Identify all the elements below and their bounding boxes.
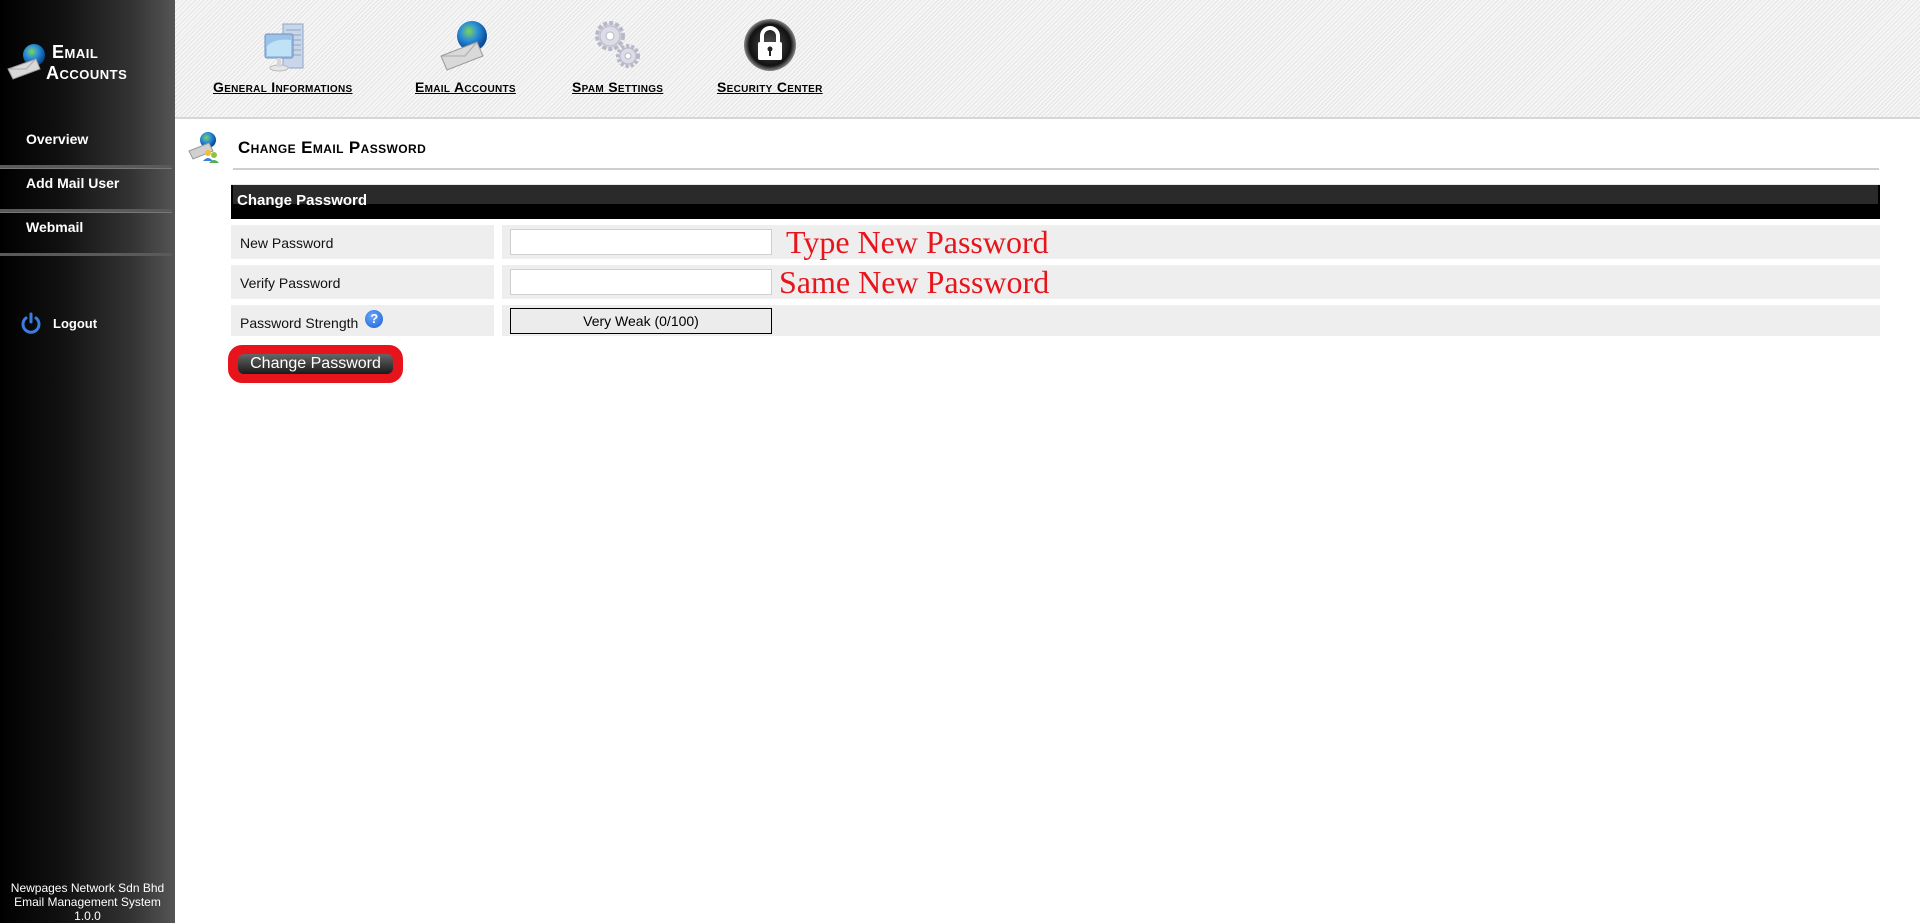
topnav-label: General Informations	[213, 79, 353, 95]
sidebar: Email Accounts Overview Add Mail User We…	[0, 0, 175, 923]
change-password-button-highlight: Change Password	[228, 345, 403, 383]
logout-link[interactable]: Logout	[20, 311, 97, 335]
verify-password-annotation: Same New Password	[779, 264, 1050, 300]
brand-line-2: Accounts	[46, 63, 128, 83]
footer-version: 1.0.0	[74, 909, 101, 923]
form-header-title: Change Password	[237, 192, 368, 209]
topnav-label: Spam Settings	[572, 79, 664, 95]
email-globe-icon	[440, 21, 488, 71]
topnav-spam-settings[interactable]: Spam Settings	[572, 16, 663, 95]
verify-password-row: Verify Password Same New Password	[231, 265, 1880, 299]
power-icon	[21, 312, 41, 334]
password-strength-row: Password Strength ? Very Weak (0/100)	[231, 305, 1880, 336]
password-strength-label: Password Strength	[240, 315, 359, 331]
top-header: General Informations Email Accounts Spam…	[175, 0, 1920, 119]
email-globe-icon	[7, 44, 45, 80]
footer-company: Newpages Network Sdn Bhd	[10, 881, 165, 895]
new-password-input[interactable]	[510, 229, 772, 255]
form-header: Change Password	[231, 184, 1880, 219]
main-content: Change Email Password Change Password Ne…	[175, 119, 1920, 923]
verify-password-label: Verify Password	[231, 265, 494, 299]
topnav-label: Security Center	[717, 79, 823, 95]
lock-icon	[743, 19, 796, 71]
brand-title: Email Accounts	[46, 42, 127, 84]
topnav-general-informations[interactable]: General Informations	[213, 16, 352, 95]
sidebar-item-overview[interactable]: Overview	[0, 124, 172, 168]
email-users-icon	[188, 132, 219, 163]
logout-label: Logout	[53, 315, 98, 331]
sidebar-footer: Newpages Network Sdn Bhd Email Managemen…	[0, 881, 175, 923]
new-password-label: New Password	[231, 225, 494, 259]
brand-line-1: Email	[52, 42, 99, 62]
password-strength-label-cell: Password Strength ?	[231, 305, 494, 336]
page-title: Change Email Password	[238, 138, 427, 157]
change-password-form: Change Password New Password Type New Pa…	[231, 184, 1880, 336]
sidebar-item-webmail[interactable]: Webmail	[0, 212, 172, 256]
topnav-label: Email Accounts	[415, 79, 516, 95]
sidebar-item-add-mail-user[interactable]: Add Mail User	[0, 168, 172, 212]
title-divider	[233, 168, 1879, 170]
password-strength-meter: Very Weak (0/100)	[510, 308, 772, 334]
topnav-email-accounts[interactable]: Email Accounts	[415, 16, 516, 95]
change-password-button[interactable]: Change Password	[238, 354, 393, 374]
sidebar-nav: Overview Add Mail User Webmail	[0, 124, 172, 256]
verify-password-input[interactable]	[510, 269, 772, 295]
computer-icon	[264, 23, 304, 72]
gears-icon	[594, 21, 640, 68]
new-password-row: New Password Type New Password	[231, 225, 1880, 259]
footer-product: Email Management System	[14, 895, 161, 909]
brand: Email Accounts	[6, 38, 171, 88]
new-password-annotation: Type New Password	[786, 224, 1049, 260]
help-icon[interactable]: ?	[365, 310, 384, 328]
topnav-security-center[interactable]: Security Center	[717, 16, 823, 95]
